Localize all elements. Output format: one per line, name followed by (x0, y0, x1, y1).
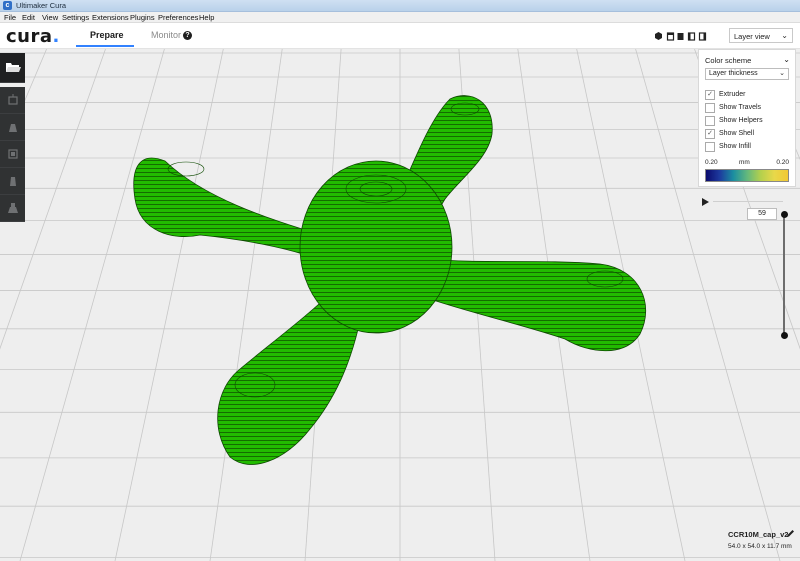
per-model-settings-icon (7, 203, 18, 213)
layer-slider-lower-handle[interactable] (781, 332, 788, 339)
chevron-down-icon: ⌄ (781, 31, 788, 40)
window-title-bar: c Ultimaker Cura (0, 0, 800, 12)
play-simulation-icon[interactable] (702, 198, 709, 206)
layer-slider-upper-handle[interactable] (781, 211, 788, 218)
window-title: Ultimaker Cura (16, 1, 67, 10)
menu-preferences[interactable]: Preferences (158, 13, 198, 22)
simulation-progress-line (713, 201, 783, 202)
3d-viewport[interactable] (0, 49, 800, 561)
layer-view-panel: Color scheme ⌄ Layer thickness ⌄ ✓ Extru… (698, 49, 796, 187)
color-scheme-select[interactable]: Layer thickness ⌄ (705, 68, 789, 80)
tab-monitor[interactable]: Monitor (151, 30, 181, 40)
left-toolbar (0, 53, 25, 222)
option-label: Extruder (719, 91, 746, 98)
per-model-settings-button[interactable] (0, 195, 25, 222)
build-plate-grid (0, 49, 800, 561)
scale-min: 0.20 (705, 159, 718, 166)
menu-view[interactable]: View (42, 13, 58, 22)
extruder-checkbox[interactable]: ✓ (705, 90, 715, 100)
move-icon (7, 94, 18, 105)
chevron-down-icon[interactable]: ⌄ (783, 55, 790, 64)
thickness-color-gradient (705, 169, 789, 182)
color-scheme-value: Layer thickness (709, 70, 758, 77)
view-mode-dropdown[interactable]: Layer view ⌄ (729, 28, 793, 43)
show-travels-checkbox[interactable] (705, 103, 715, 113)
active-tab-indicator (76, 45, 134, 47)
scale-icon (8, 124, 17, 132)
cura-logo: cura. (6, 26, 60, 47)
question-circle-icon[interactable]: ? (183, 31, 192, 40)
rotate-tool-button[interactable] (0, 141, 25, 168)
pencil-icon[interactable] (786, 529, 795, 538)
cura-header: cura. Prepare Monitor ? Layer view ⌄ (0, 23, 800, 49)
mirror-tool-button[interactable] (0, 168, 25, 195)
open-file-icon (5, 63, 21, 72)
color-scheme-title: Color scheme (705, 56, 752, 65)
rotate-icon (7, 149, 18, 159)
object-name: CCR10M_cap_v2 (728, 530, 789, 539)
option-label: Show Infill (719, 143, 751, 150)
show-infill-checkbox[interactable] (705, 142, 715, 152)
option-label: Show Helpers (719, 117, 763, 124)
scale-unit: mm (739, 159, 750, 166)
option-label: Show Travels (719, 104, 762, 111)
option-label: Show Shell (719, 130, 755, 137)
view-mode-label: Layer view (734, 32, 770, 41)
cura-app-icon: c (3, 1, 12, 10)
layer-slider-track[interactable] (783, 214, 785, 336)
tab-prepare[interactable]: Prepare (90, 30, 124, 40)
menu-help[interactable]: Help (199, 13, 214, 22)
mirror-icon (9, 177, 16, 186)
chevron-down-icon: ⌄ (779, 70, 785, 77)
menu-edit[interactable]: Edit (22, 13, 35, 22)
top-view-icon[interactable] (676, 31, 685, 41)
show-helpers-checkbox[interactable] (705, 116, 715, 126)
front-view-icon[interactable] (666, 31, 675, 41)
menu-bar: File Edit View Settings Extensions Plugi… (0, 12, 800, 23)
layer-number-input[interactable]: 59 (747, 208, 777, 220)
move-tool-button[interactable] (0, 87, 25, 114)
show-shell-checkbox[interactable]: ✓ (705, 129, 715, 139)
3d-view-icon[interactable] (654, 31, 663, 41)
object-dimensions: 54.0 x 54.0 x 11.7 mm (728, 543, 792, 550)
right-view-icon[interactable] (698, 31, 707, 41)
left-view-icon[interactable] (687, 31, 696, 41)
menu-settings[interactable]: Settings (62, 13, 89, 22)
menu-plugins[interactable]: Plugins (130, 13, 155, 22)
scale-tool-button[interactable] (0, 114, 25, 141)
scale-max: 0.20 (776, 159, 789, 166)
menu-file[interactable]: File (4, 13, 16, 22)
open-file-button[interactable] (0, 53, 25, 83)
menu-extensions[interactable]: Extensions (92, 13, 129, 22)
object-info: CCR10M_cap_v2 54.0 x 54.0 x 11.7 mm (718, 528, 798, 558)
